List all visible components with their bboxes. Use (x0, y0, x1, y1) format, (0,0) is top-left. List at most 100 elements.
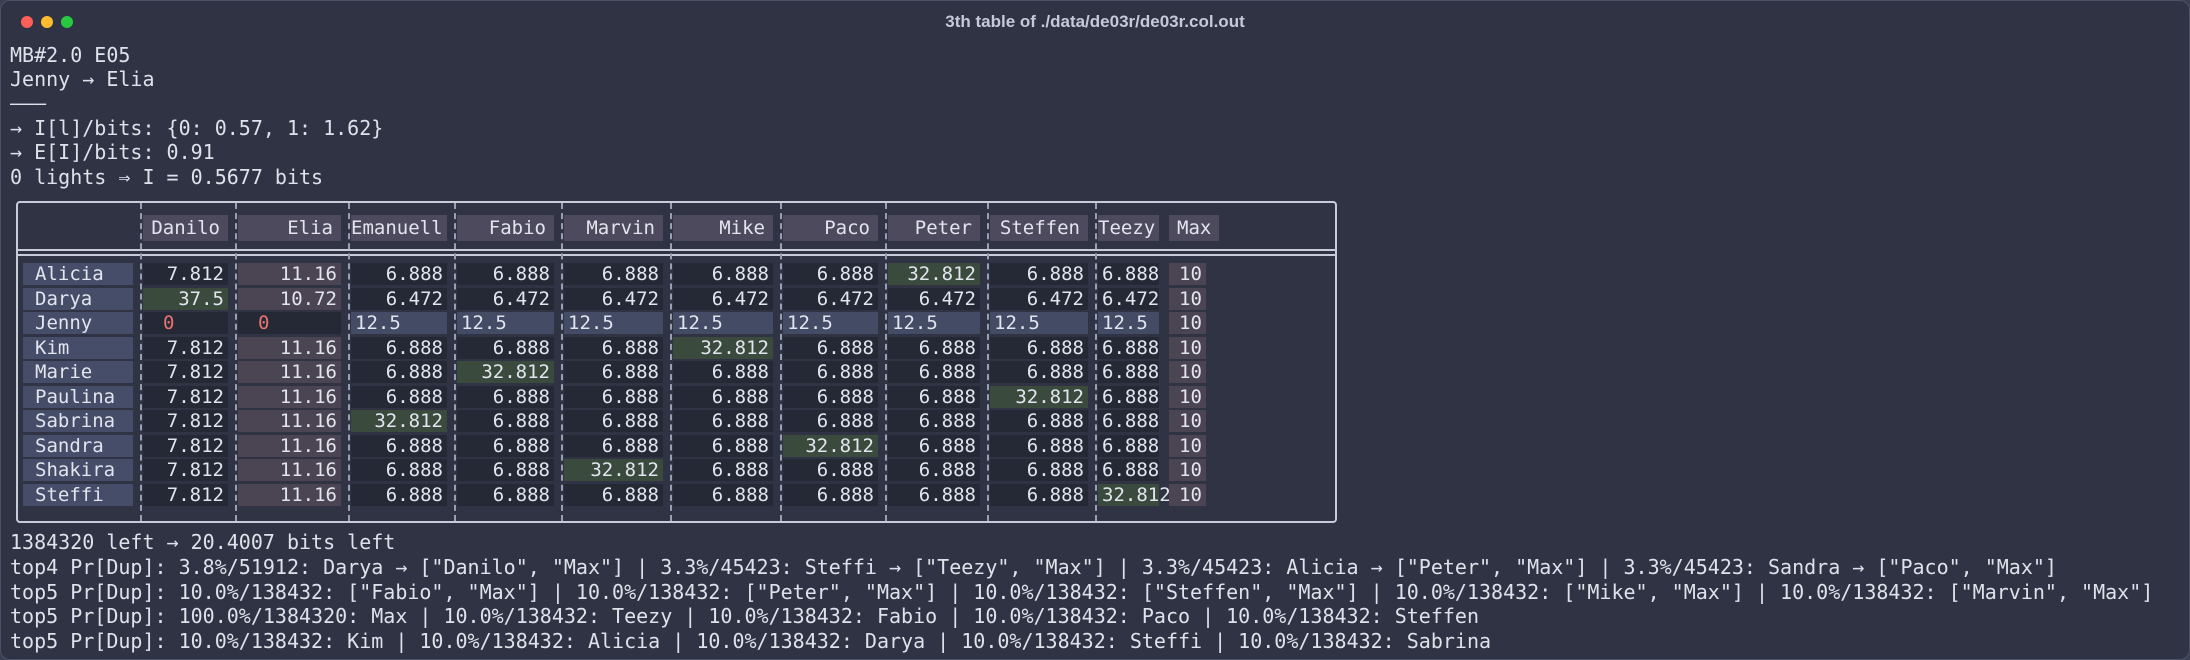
row-label: Kim (23, 336, 133, 359)
table-cell: 6.888 (351, 483, 447, 506)
footer-line: 1384320 left → 20.4007 bits left (10, 530, 396, 554)
column-separator (780, 203, 782, 521)
table-cell: 6.888 (1098, 361, 1159, 383)
table-cell: 6.888 (1098, 434, 1159, 457)
table-cell: 11.16 (238, 483, 341, 506)
header-separator (18, 249, 1335, 251)
table-cell: 6.888 (783, 483, 878, 506)
table-cell: 6.888 (888, 336, 980, 359)
table-cell: 6.888 (1098, 385, 1159, 408)
table-cell: 11.16 (238, 361, 341, 383)
column-separator (670, 203, 672, 521)
row-label: Shakira (23, 459, 133, 481)
table-cell: 7.812 (143, 385, 228, 408)
table-cell: 6.888 (673, 263, 773, 285)
table-cell: 6.888 (564, 385, 663, 408)
table-cell: 6.888 (673, 385, 773, 408)
table-cell: 6.888 (783, 385, 878, 408)
table-cell: 6.888 (888, 410, 980, 432)
column-header: Steffen (990, 215, 1088, 241)
table-cell: 37.5 (143, 287, 228, 310)
row-label: Paulina (23, 385, 133, 408)
table-cell: 6.888 (351, 434, 447, 457)
table-cell: 6.888 (990, 263, 1088, 285)
column-header: Teezy (1098, 215, 1159, 241)
table-cell: 10 (1169, 312, 1206, 334)
column-header: Mike (673, 215, 773, 241)
table-cell: 6.888 (457, 483, 554, 506)
column-header: Marvin (564, 215, 663, 241)
table-cell: 12.5 (351, 312, 447, 334)
table-cell: 11.16 (238, 434, 341, 457)
table-cell: 12.5 (564, 312, 663, 334)
table-cell: 32.812 (351, 410, 447, 432)
table-cell: 6.888 (673, 410, 773, 432)
table-cell: 6.888 (1098, 263, 1159, 285)
column-header: Peter (888, 215, 980, 241)
table-cell: 6.888 (351, 336, 447, 359)
table-cell: 7.812 (143, 361, 228, 383)
table-cell: 6.888 (564, 336, 663, 359)
table-cell: 7.812 (143, 434, 228, 457)
header-line: ——— (10, 91, 47, 115)
table-cell: 7.812 (143, 336, 228, 359)
footer-line: top5 Pr[Dup]: 100.0%/1384320: Max | 10.0… (10, 604, 1480, 628)
table-cell: 7.812 (143, 483, 228, 506)
column-separator (235, 203, 237, 521)
window-title: 3th table of ./data/de03r/de03r.col.out (945, 12, 1245, 31)
table-cell: 6.888 (564, 410, 663, 432)
table-cell: 12.5 (783, 312, 878, 334)
table-cell: 6.888 (564, 483, 663, 506)
table-cell: 6.472 (990, 287, 1088, 310)
footer-line: top5 Pr[Dup]: 10.0%/138432: Kim | 10.0%/… (10, 629, 1492, 653)
header-separator (18, 254, 1335, 256)
table-cell: 12.5 (1098, 312, 1159, 334)
table-cell: 6.888 (1098, 336, 1159, 359)
table-cell: 6.888 (673, 483, 773, 506)
table-cell: 10 (1169, 361, 1206, 383)
table-cell: 6.888 (457, 459, 554, 481)
column-header: Paco (783, 215, 878, 241)
table-cell: 32.812 (990, 385, 1088, 408)
table-cell: 6.888 (457, 336, 554, 359)
table-cell: 6.888 (783, 361, 878, 383)
table-cell: 6.888 (351, 263, 447, 285)
terminal-window: 3th table of ./data/de03r/de03r.col.out … (0, 0, 2190, 660)
table-cell: 6.888 (888, 483, 980, 506)
table-cell: 10 (1169, 263, 1206, 285)
row-label: Jenny (23, 312, 133, 334)
column-separator (140, 203, 142, 521)
row-label: Marie (23, 361, 133, 383)
table-cell: 12.5 (990, 312, 1088, 334)
table-cell: 6.472 (888, 287, 980, 310)
table-cell: 6.888 (783, 459, 878, 481)
column-header: Danilo (143, 215, 228, 241)
header-line: MB#2.0 E05 (10, 43, 131, 67)
table-cell: 10 (1169, 483, 1206, 506)
table-cell: 32.812 (783, 434, 878, 457)
column-header: Fabio (457, 215, 554, 241)
table-cell: 32.812 (888, 263, 980, 285)
table-cell: 6.888 (351, 385, 447, 408)
table-cell: 6.888 (457, 434, 554, 457)
table-cell: 6.888 (351, 361, 447, 383)
column-header: Elia (238, 215, 341, 241)
table-cell: 6.888 (1098, 459, 1159, 481)
column-separator (987, 203, 989, 521)
table-cell: 6.888 (673, 459, 773, 481)
table-cell: 7.812 (143, 410, 228, 432)
table-cell: 6.888 (888, 361, 980, 383)
header-line: Jenny → Elia (10, 67, 155, 91)
table-cell: 11.16 (238, 336, 341, 359)
probability-table: Danilo Elia Emanuell Fabio Marvin Mike Paco Pet… (16, 201, 1337, 523)
table-cell: 32.812 (457, 361, 554, 383)
table-cell: 6.888 (888, 459, 980, 481)
table-cell: 10 (1169, 410, 1206, 432)
column-separator (1095, 203, 1097, 521)
table-cell: 6.888 (990, 434, 1088, 457)
footer-line: top5 Pr[Dup]: 10.0%/138432: ["Fabio", "M… (10, 580, 2154, 604)
column-separator (885, 203, 887, 521)
table-cell: 12.5 (888, 312, 980, 334)
table-cell: 6.888 (457, 410, 554, 432)
table-cell: 6.888 (564, 434, 663, 457)
